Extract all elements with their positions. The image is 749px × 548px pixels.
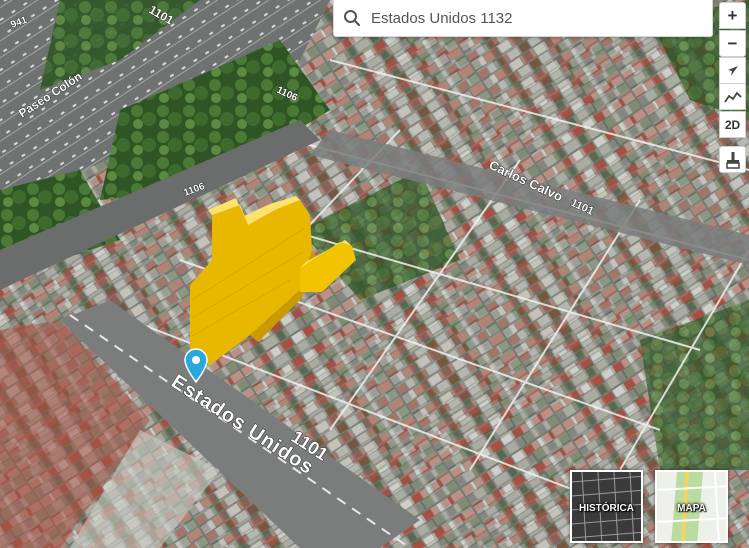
basemap-mapa-thumbnail[interactable]: MAPA [655, 470, 728, 543]
satellite-map-3d-view[interactable]: Estados Unidos 1101 Carlos Calvo 1101 Pa… [0, 0, 749, 548]
zoom-in-label: + [727, 5, 738, 25]
address-search-box [333, 0, 713, 37]
view-mode-toggle[interactable]: 2D [719, 111, 746, 138]
search-input[interactable] [367, 4, 695, 32]
zoom-in-button[interactable]: + [719, 2, 746, 29]
compass-button[interactable] [719, 57, 746, 84]
paint-brush-icon [725, 151, 740, 169]
view-mode-label: 2D [724, 117, 741, 132]
basemap-historica-thumbnail[interactable]: HISTÓRICA [570, 470, 643, 543]
elevation-profile-button[interactable] [719, 83, 746, 110]
zoom-out-label: − [727, 33, 738, 53]
basemap-historica-label: HISTÓRICA [579, 503, 634, 514]
elevation-profile-icon [723, 91, 742, 102]
zoom-out-button[interactable]: − [719, 30, 746, 57]
basemap-mapa-label: MAPA [677, 503, 706, 514]
search-icon[interactable] [341, 7, 363, 29]
paint-button[interactable] [719, 146, 746, 173]
compass-arrow-icon [727, 65, 738, 76]
